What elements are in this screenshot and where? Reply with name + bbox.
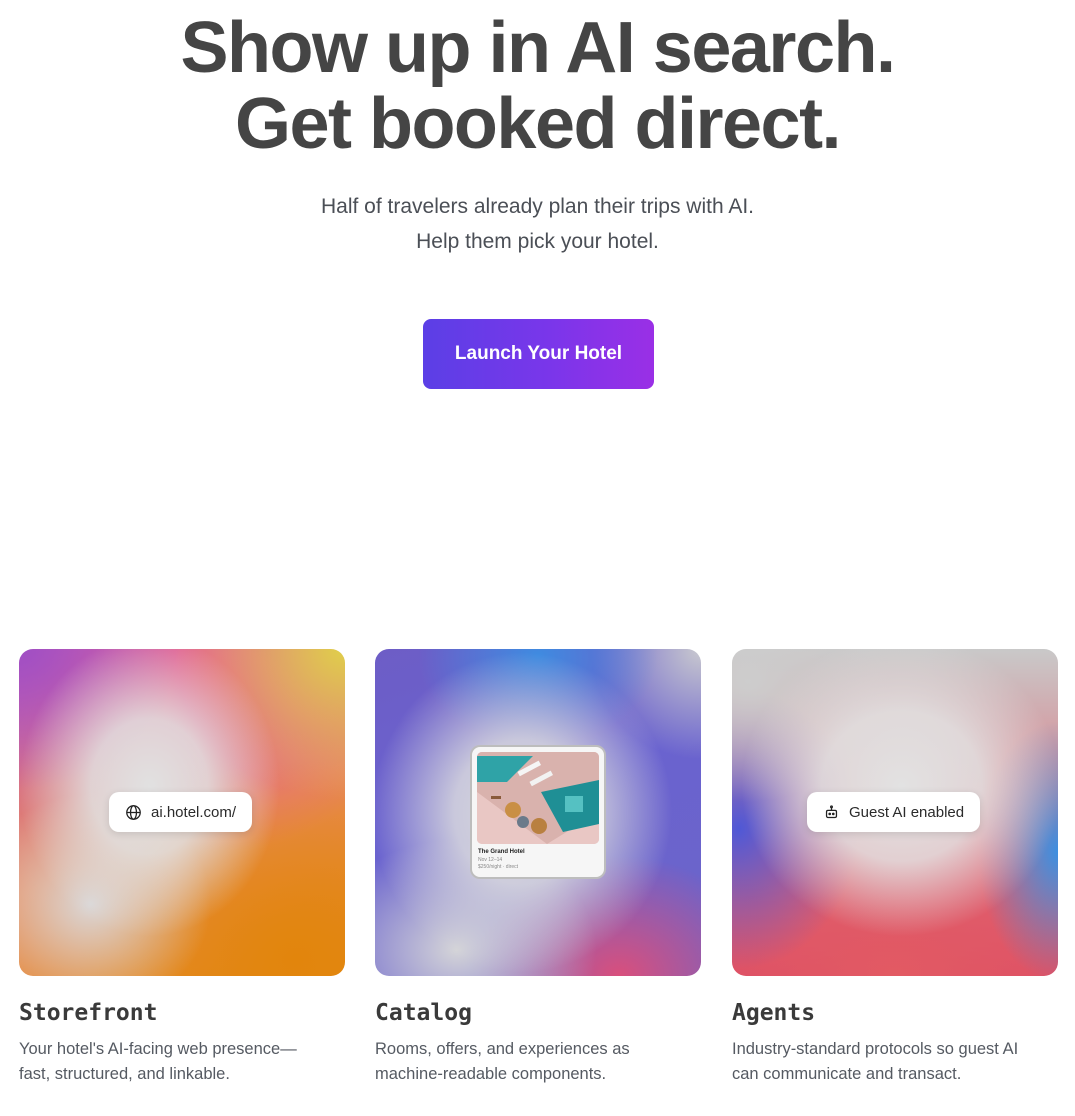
storefront-description-line-2: fast, structured, and linkable. [19,1065,230,1083]
hotel-price: $250/night · direct [478,864,519,870]
hotel-listing-card: The Grand Hotel Nov 12–14 $250/night · d… [470,745,606,879]
globe-icon [125,804,142,821]
subheadline-line-2: Help them pick your hotel. [416,230,659,253]
subheadline-line-1: Half of travelers already plan their tri… [320,195,755,218]
robot-icon [823,804,840,821]
hotel-name: The Grand Hotel [478,849,525,855]
catalog-title: Catalog [375,1000,472,1026]
storefront-description: Your hotel's AI-facing web presence— fast… [19,1037,349,1087]
headline-line-2: Get booked direct. [234,84,842,164]
url-pill-text: ai.hotel.com/ [151,803,237,821]
storefront-card-visual: ai.hotel.com/ [19,649,345,976]
agents-description-line-1: Industry-standard protocols so guest AI [732,1040,1019,1058]
catalog-description: Rooms, offers, and experiences as machine… [375,1037,705,1087]
storefront-description-line-1: Your hotel's AI-facing web presence— [19,1040,297,1058]
storefront-title: Storefront [19,1000,158,1026]
hotel-dates: Nov 12–14 [478,857,503,863]
agents-card-visual: Guest AI enabled [732,649,1058,976]
catalog-description-line-2: machine-readable components. [375,1065,607,1083]
guest-ai-pill-text: Guest AI enabled [849,803,965,821]
launch-hotel-button[interactable]: Launch Your Hotel [423,319,654,389]
headline-line-1: Show up in AI search. [180,8,896,88]
agents-title: Agents [732,1000,816,1026]
guest-ai-pill: Guest AI enabled [807,792,981,832]
hotel-photo [477,752,599,844]
url-pill: ai.hotel.com/ [109,792,253,832]
catalog-description-line-1: Rooms, offers, and experiences as [375,1040,630,1058]
agents-description-line-2: can communicate and transact. [732,1065,962,1083]
agents-description: Industry-standard protocols so guest AI c… [732,1037,1062,1087]
catalog-card-visual: The Grand Hotel Nov 12–14 $250/night · d… [375,649,701,976]
